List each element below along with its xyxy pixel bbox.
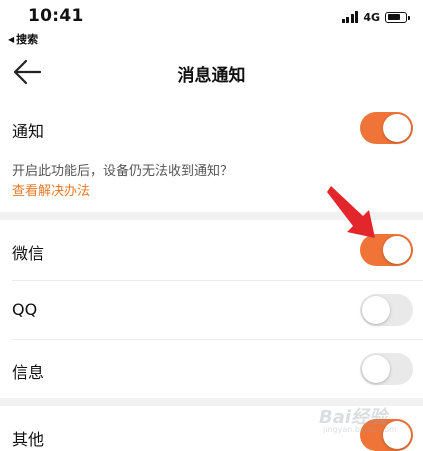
row-label-messages: 信息 <box>12 363 45 382</box>
row-label-notify: 通知 <box>12 122 45 141</box>
battery-tip <box>408 15 410 20</box>
status-time: 10:41 <box>28 6 84 26</box>
back-to-app-button[interactable]: ◀ 搜索 <box>8 31 38 47</box>
settings-row-notify: 通知 <box>0 104 423 152</box>
row-label-other: 其他 <box>12 430 45 449</box>
notify-toggle[interactable] <box>360 112 413 144</box>
watermark-logo: Bai经验 jingyan.baidu.com <box>313 401 413 441</box>
watermark-subtext: jingyan.baidu.com <box>323 425 397 434</box>
battery-icon <box>385 11 410 23</box>
nav-bar: 消息通知 <box>0 52 423 92</box>
settings-row-qq: QQ <box>0 281 423 339</box>
row-label-wechat: 微信 <box>12 244 45 263</box>
annotation-arrow-icon <box>327 186 375 238</box>
status-bar: 10:41 4G <box>0 0 423 30</box>
toggle-knob <box>383 114 411 142</box>
row-label-qq: QQ <box>12 300 38 319</box>
toggle-knob <box>383 236 411 264</box>
status-indicators: 4G <box>341 10 410 24</box>
back-triangle-icon: ◀ <box>8 34 15 44</box>
solution-link[interactable]: 查看解决办法 <box>12 180 90 199</box>
network-label: 4G <box>363 10 380 24</box>
signal-icon <box>341 11 359 23</box>
messages-toggle[interactable] <box>360 353 413 385</box>
toggle-knob <box>362 296 390 324</box>
page-title: 消息通知 <box>177 66 246 86</box>
qq-toggle[interactable] <box>360 294 413 326</box>
hint-text: 开启此功能后，设备仍无法收到通知？ <box>12 164 234 179</box>
settings-row-messages: 信息 <box>0 340 423 398</box>
toggle-knob <box>362 355 390 383</box>
back-to-app-label: 搜索 <box>16 33 39 46</box>
battery-level <box>387 14 400 20</box>
